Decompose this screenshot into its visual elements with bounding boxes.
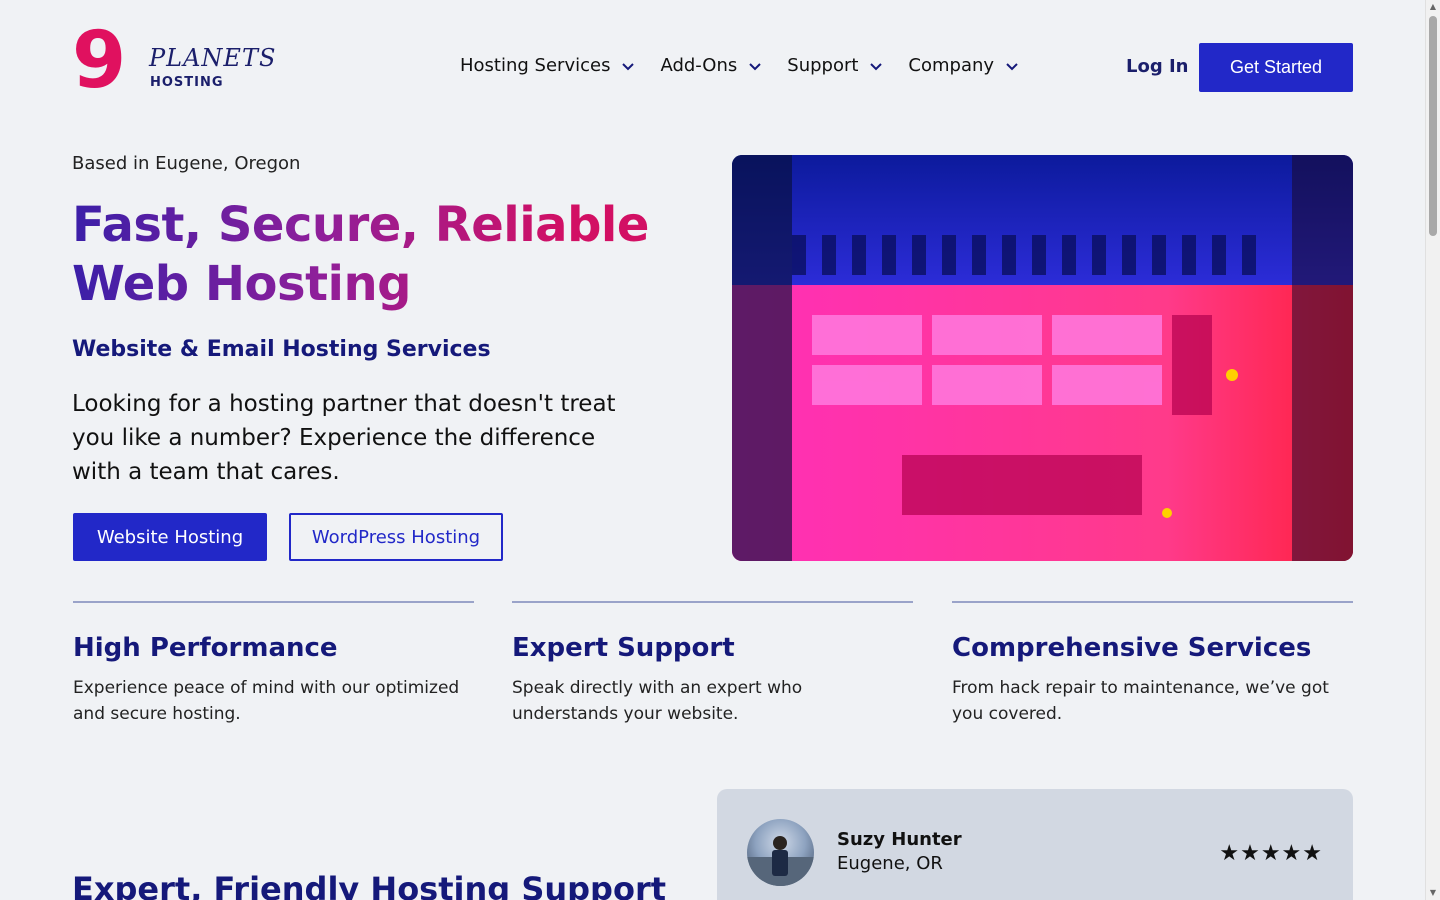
hero-headline-line2: Web Hosting: [72, 256, 412, 312]
chevron-down-icon: [870, 62, 883, 70]
star-rating: ★★★★★: [1219, 841, 1323, 866]
feature-high-performance: High Performance Experience peace of min…: [73, 601, 474, 727]
login-link[interactable]: Log In: [1126, 56, 1189, 77]
chevron-down-icon: [622, 62, 635, 70]
scrollbar-thumb[interactable]: [1429, 16, 1437, 236]
logo[interactable]: 9 PLANETS HOSTING: [72, 22, 275, 100]
hero-body: Looking for a hosting partner that doesn…: [72, 391, 616, 485]
support-section-title: Expert, Friendly Hosting Support: [72, 870, 667, 900]
chevron-down-icon: [749, 62, 761, 70]
feature-title: Comprehensive Services: [952, 633, 1312, 663]
review-card: Suzy Hunter Eugene, OR ★★★★★: [717, 789, 1353, 900]
nav-item-support[interactable]: Support: [787, 55, 884, 76]
nav-item-add-ons[interactable]: Add-Ons: [660, 55, 763, 76]
feature-expert-support: Expert Support Speak directly with an ex…: [512, 601, 913, 727]
page: 9 PLANETS HOSTING Hosting Services Add-O…: [0, 0, 1425, 900]
vertical-scrollbar[interactable]: ▲ ▼: [1425, 0, 1440, 900]
logo-word-planets: PLANETS: [149, 44, 277, 72]
feature-text: Speak directly with an expert who unders…: [512, 678, 803, 724]
reviewer-location: Eugene, OR: [837, 853, 943, 874]
main-nav: Hosting Services Add-Ons Support Company: [460, 55, 1020, 76]
chevron-down-icon: [1006, 62, 1018, 70]
scroll-up-arrow-icon[interactable]: ▲: [1429, 3, 1437, 11]
nav-item-label: Hosting Services: [460, 55, 611, 76]
avatar: [747, 819, 814, 886]
feature-title: Expert Support: [512, 633, 735, 663]
hero-subheading: Website & Email Hosting Services: [72, 337, 491, 362]
hero-headline: Fast, Secure, Reliable Web Hosting: [72, 196, 692, 314]
feature-comprehensive-services: Comprehensive Services From hack repair …: [952, 601, 1353, 727]
feature-text: Experience peace of mind with our optimi…: [73, 678, 460, 724]
reviewer-name: Suzy Hunter: [837, 829, 962, 850]
server-rack-illustration: [732, 155, 1353, 561]
nav-item-label: Add-Ons: [660, 55, 738, 76]
website-hosting-button[interactable]: Website Hosting: [73, 513, 267, 561]
nav-item-label: Support: [787, 55, 859, 76]
nav-item-company[interactable]: Company: [908, 55, 1020, 76]
logo-word-hosting: HOSTING: [150, 75, 224, 90]
avatar-photo: [747, 836, 814, 886]
logo-mark: 9: [72, 16, 126, 106]
nav-item-label: Company: [908, 55, 995, 76]
server-rack-image: [732, 155, 1353, 561]
scroll-down-arrow-icon[interactable]: ▼: [1429, 889, 1437, 897]
wordpress-hosting-button[interactable]: WordPress Hosting: [289, 513, 503, 561]
hero-headline-line1: Fast, Secure, Reliable: [72, 197, 649, 253]
location-tagline: Based in Eugene, Oregon: [72, 153, 301, 174]
feature-text: From hack repair to maintenance, we’ve g…: [952, 678, 1329, 724]
nav-item-hosting-services[interactable]: Hosting Services: [460, 55, 636, 76]
get-started-button[interactable]: Get Started: [1199, 43, 1353, 92]
feature-title: High Performance: [73, 633, 338, 663]
